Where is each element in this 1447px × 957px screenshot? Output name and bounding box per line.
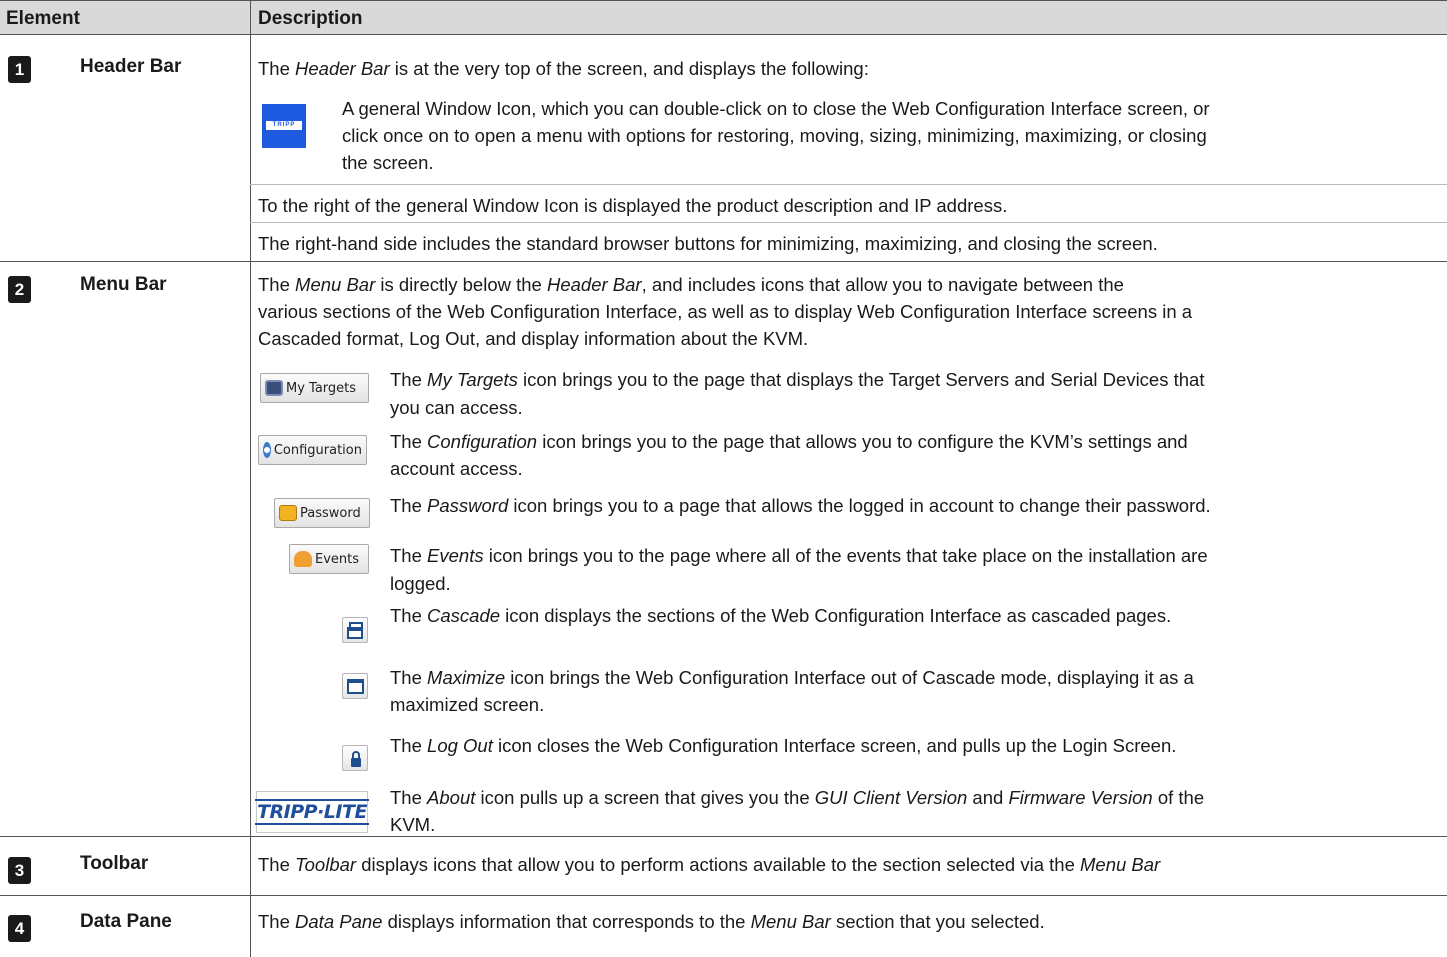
product-description-text: To the right of the general Window Icon … [258, 195, 1008, 216]
menu-bar-intro-2: various sections of the Web Configuratio… [258, 301, 1193, 322]
about-desc-1: The About icon pulls up a screen that gi… [390, 787, 1205, 808]
element-name-menu-bar: Menu Bar [80, 274, 167, 295]
cascade-desc: The Cascade icon displays the sections o… [390, 605, 1172, 626]
maximize-desc-1: The Maximize icon brings the Web Configu… [390, 667, 1194, 688]
row-number-badge: 1 [8, 56, 31, 83]
data-pane-desc: The Data Pane displays information that … [258, 911, 1045, 932]
events-desc-1: The Events icon brings you to the page w… [390, 545, 1208, 566]
right-hand-side-text: The right-hand side includes the standar… [258, 233, 1158, 254]
configuration-desc-2: account access. [390, 458, 523, 479]
row-divider [0, 895, 1447, 896]
header-bar-intro: The Header Bar is at the very top of the… [258, 58, 869, 79]
window-icon-desc-2: click once on to open a menu with option… [342, 125, 1207, 146]
tripp-lite-logo: TRIPP·LITE [255, 791, 369, 833]
events-desc-2: logged. [390, 573, 451, 594]
events-button: Events [289, 544, 369, 574]
window-icon-desc-3: the screen. [342, 152, 434, 173]
cell-divider [250, 184, 1447, 185]
lock-icon [279, 505, 297, 521]
configuration-button: Configuration [258, 435, 367, 465]
element-name-toolbar: Toolbar [80, 853, 149, 874]
maximize-icon [342, 673, 368, 699]
row-divider [0, 261, 1447, 262]
header-element: Element [6, 8, 80, 29]
row-number-badge: 4 [8, 915, 31, 942]
header-description: Description [258, 8, 363, 29]
gear-icon [263, 442, 271, 458]
window-icon-desc-1: A general Window Icon, which you can dou… [342, 98, 1210, 119]
row-number-badge: 3 [8, 857, 31, 884]
toolbar-desc: The Toolbar displays icons that allow yo… [258, 854, 1161, 875]
maximize-desc-2: maximized screen. [390, 694, 545, 715]
element-name-data-pane: Data Pane [80, 911, 172, 932]
password-desc: The Password icon brings you to a page t… [390, 495, 1211, 516]
my-targets-desc-1: The My Targets icon brings you to the pa… [390, 369, 1205, 390]
window-icon: TRIPP [262, 104, 306, 148]
cell-divider [250, 222, 1447, 223]
my-targets-desc-2: you can access. [390, 397, 523, 418]
element-name-header-bar: Header Bar [80, 56, 182, 77]
element-description-table: Element Description 1 Header Bar The Hea… [0, 0, 1447, 957]
padlock-icon [342, 745, 368, 771]
password-button: Password [274, 498, 370, 528]
cascade-icon [342, 617, 368, 643]
table-header: Element Description [0, 0, 1447, 35]
my-targets-button: My Targets [260, 373, 369, 403]
about-desc-2: KVM. [390, 814, 436, 835]
column-divider [250, 0, 251, 957]
configuration-desc-1: The Configuration icon brings you to the… [390, 431, 1188, 452]
menu-bar-intro-3: Cascaded format, Log Out, and display in… [258, 328, 809, 349]
monitor-icon [265, 380, 283, 396]
log-out-desc: The Log Out icon closes the Web Configur… [390, 735, 1177, 756]
row-divider [0, 836, 1447, 837]
row-number-badge: 2 [8, 276, 31, 303]
bell-icon [294, 551, 312, 567]
menu-bar-intro-1: The Menu Bar is directly below the Heade… [258, 274, 1124, 295]
